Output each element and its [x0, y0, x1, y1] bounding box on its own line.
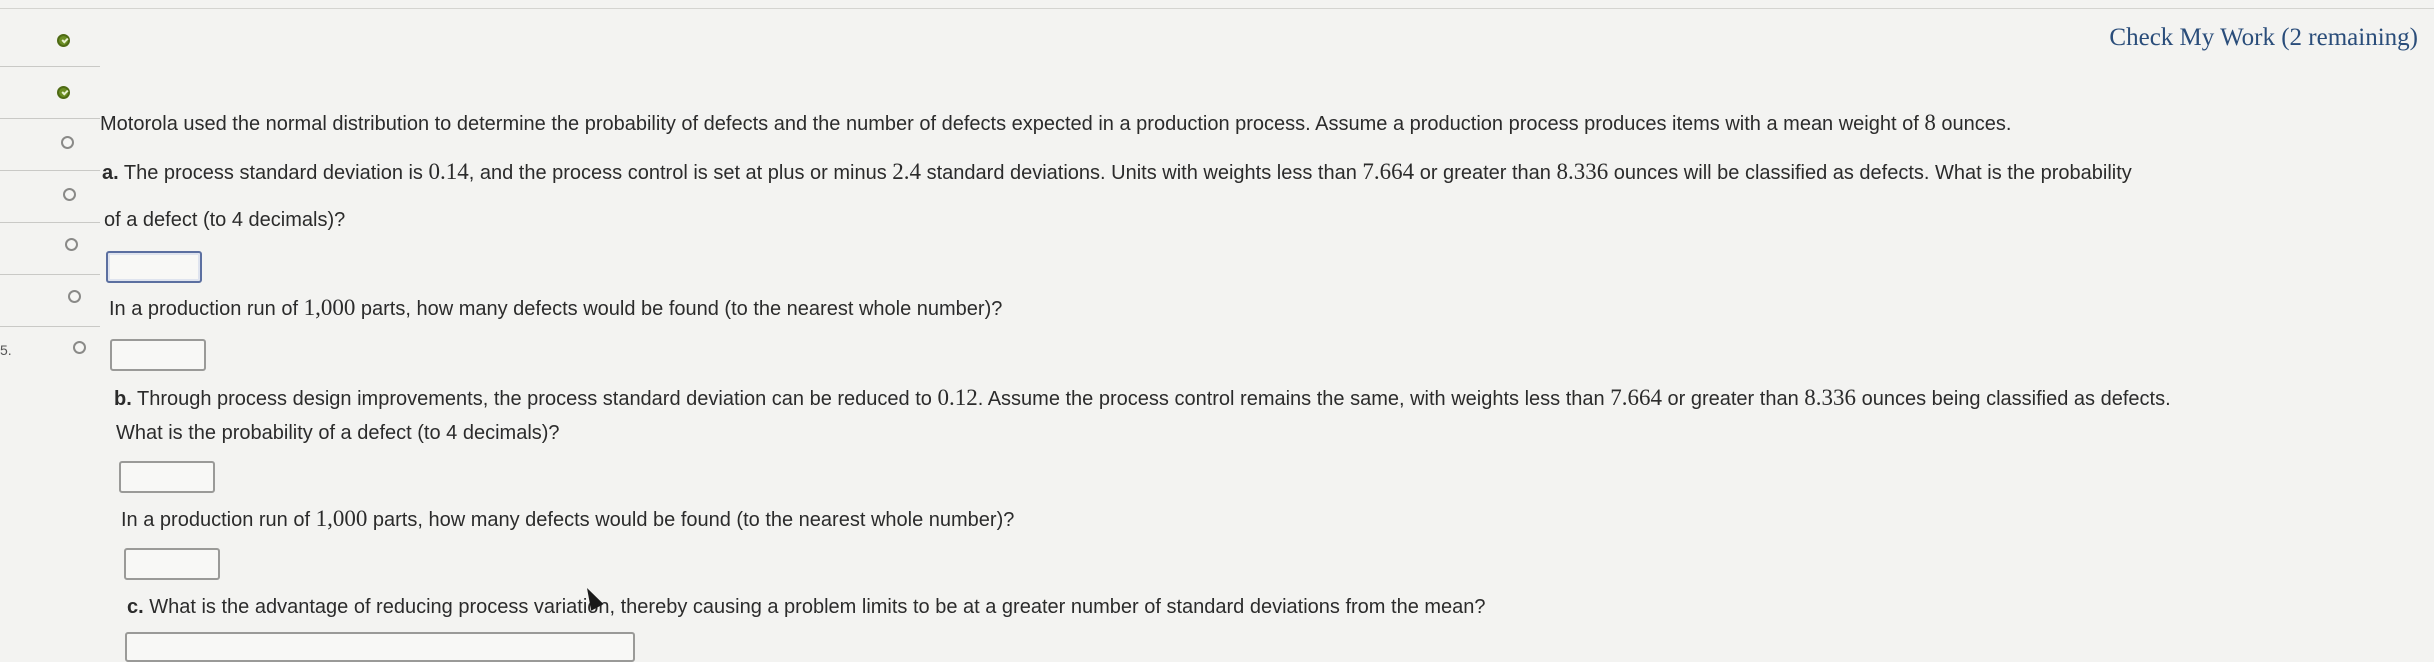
part-c-text: c. What is the advantage of reducing pro… — [127, 596, 1486, 618]
part-a-defects-input[interactable] — [110, 339, 208, 371]
incomplete-circle-icon — [68, 290, 81, 303]
part-b-probability-field[interactable] — [121, 463, 217, 493]
nav-item-2[interactable] — [0, 66, 100, 119]
part-a-defects-question: In a production run of 1,000 parts, how … — [109, 295, 1003, 320]
nav-item-5[interactable] — [0, 222, 100, 275]
part-b-defects-question: In a production run of 1,000 parts, how … — [121, 506, 1015, 531]
nav-item-4[interactable] — [0, 170, 100, 223]
question-number-fragment: 5. — [0, 342, 12, 358]
nav-item-6[interactable] — [0, 274, 100, 327]
part-a-text: a. The process standard deviation is 0.1… — [102, 159, 2132, 184]
nav-item-1[interactable] — [0, 14, 100, 67]
complete-check-icon — [57, 34, 70, 47]
nav-item-7[interactable] — [0, 326, 100, 378]
part-b-defects-input[interactable] — [124, 548, 222, 580]
part-b-text: b. Through process design improvements, … — [114, 385, 2171, 410]
part-c-answer-textarea[interactable] — [125, 632, 635, 662]
incomplete-circle-icon — [65, 238, 78, 251]
part-a-text-line2: of a defect (to 4 decimals)? — [104, 209, 346, 231]
check-my-work-link[interactable]: Check My Work (2 remaining) — [2109, 24, 2418, 52]
part-a-label: a. — [102, 162, 119, 184]
part-a-probability-input[interactable] — [106, 251, 204, 283]
incomplete-circle-icon — [63, 188, 76, 201]
top-divider — [0, 0, 2434, 9]
incomplete-circle-icon — [73, 341, 86, 354]
part-c-label: c. — [127, 596, 144, 618]
part-b-probability-input[interactable] — [119, 461, 217, 493]
nav-item-3[interactable] — [0, 118, 100, 171]
part-b-label: b. — [114, 388, 132, 410]
assignment-page: 5. Check My Work (2 remaining) Motorola … — [0, 0, 2434, 662]
problem-intro: Motorola used the normal distribution to… — [100, 110, 2012, 135]
part-a-defects-field[interactable] — [112, 341, 208, 371]
part-b-defects-field[interactable] — [126, 550, 222, 580]
complete-check-icon — [57, 86, 70, 99]
part-b-text-line2: What is the probability of a defect (to … — [116, 422, 560, 444]
incomplete-circle-icon — [61, 136, 74, 149]
part-a-probability-field[interactable] — [108, 253, 204, 283]
question-navigator: 5. — [0, 0, 100, 643]
